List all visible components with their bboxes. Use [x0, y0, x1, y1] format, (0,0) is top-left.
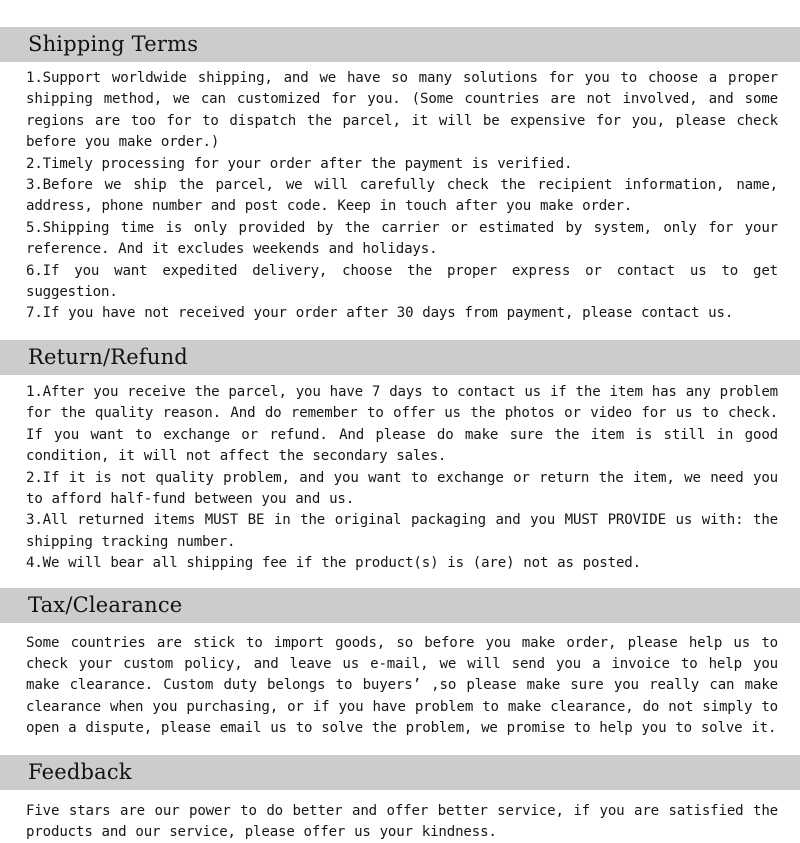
section-title-return-refund: Return/Refund: [28, 344, 188, 369]
shipping-terms-text: 1.Support worldwide shipping, and we hav…: [26, 70, 778, 322]
section-title-tax-clearance: Tax/Clearance: [28, 592, 183, 617]
section-body-feedback: Five stars are our power to do better an…: [0, 790, 800, 843]
section-title-feedback: Feedback: [28, 759, 132, 784]
section-body-return-refund: 1.After you receive the parcel, you have…: [0, 375, 800, 575]
section-title-shipping-terms: Shipping Terms: [28, 32, 199, 56]
section-header-shipping-terms: Shipping Terms: [0, 27, 800, 62]
section-header-feedback: Feedback: [0, 754, 800, 790]
return-refund-text: 1.After you receive the parcel, you have…: [26, 383, 778, 572]
section-body-tax-clearance: Some countries are stick to import goods…: [0, 623, 800, 740]
section-feedback: Feedback Five stars are our power to do …: [0, 754, 800, 843]
section-header-return-refund: Return/Refund: [0, 339, 800, 375]
section-return-refund: Return/Refund 1.After you receive the pa…: [0, 339, 800, 575]
section-shipping-terms: Shipping Terms 1.Support worldwide shipp…: [0, 27, 800, 325]
tax-clearance-text: Some countries are stick to import goods…: [26, 634, 778, 737]
section-body-shipping-terms: 1.Support worldwide shipping, and we hav…: [0, 62, 800, 325]
policy-document-page: Shipping Terms 1.Support worldwide shipp…: [0, 0, 800, 840]
section-header-tax-clearance: Tax/Clearance: [0, 587, 800, 623]
feedback-text: Five stars are our power to do better an…: [26, 802, 778, 840]
section-tax-clearance: Tax/Clearance Some countries are stick t…: [0, 587, 800, 740]
